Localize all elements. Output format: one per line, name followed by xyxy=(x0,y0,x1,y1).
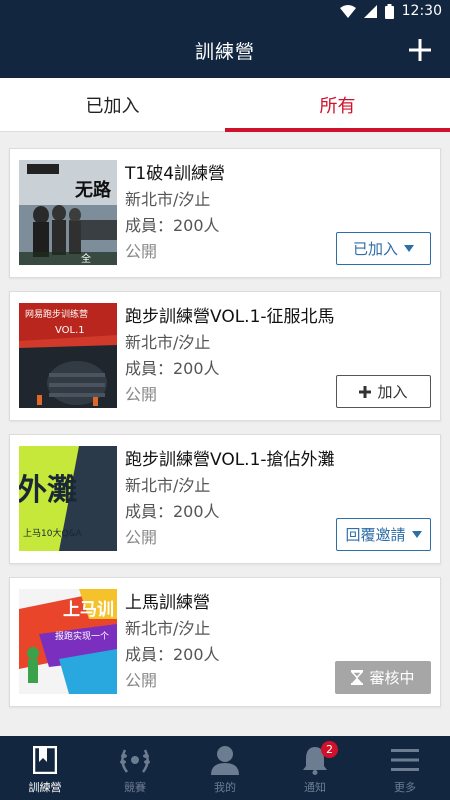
nav-item-me[interactable]: 我的 xyxy=(180,736,270,800)
reply-invitation-button[interactable]: 回覆邀請 xyxy=(336,518,431,551)
camp-card[interactable]: 上马训 报跑实现一个 上馬訓練營 新北市/汐止 成員：200人 公開 審核中 xyxy=(9,577,441,707)
tab-bar: 已加入 所有 xyxy=(0,78,450,132)
join-button[interactable]: 加入 xyxy=(336,375,431,408)
nav-item-races[interactable]: 競賽 xyxy=(90,736,180,800)
hourglass-icon xyxy=(351,670,364,685)
joined-label: 已加入 xyxy=(352,240,398,258)
wifi-icon xyxy=(339,4,356,18)
menu-icon xyxy=(388,743,422,777)
camp-card[interactable]: 外灘 上马10大Q&A 跑步訓練營VOL.1-搶佔外灘 新北市/汐止 成員：20… xyxy=(9,434,441,564)
thumb-title-text: 无路 xyxy=(75,179,112,201)
camp-list: 无路 全 T1破4訓練營 新北市/汐止 成員：200人 公開 已加入 网易跑步训… xyxy=(9,148,441,720)
caret-down-icon xyxy=(404,245,414,252)
status-bar: 12:30 xyxy=(0,0,450,22)
camp-name: T1破4訓練營 xyxy=(125,164,226,184)
camp-card[interactable]: 网易跑步训练营 VOL.1 跑步訓練營VOL.1-征服北馬 新北市/汐止 成員：… xyxy=(9,291,441,421)
camp-location: 新北市/汐止 xyxy=(125,190,211,209)
tab-all[interactable]: 所有 xyxy=(225,78,450,132)
page-title: 訓練營 xyxy=(194,40,255,63)
nav-label: 通知 xyxy=(304,781,326,794)
signal-icon xyxy=(363,4,377,18)
camp-name: 跑步訓練營VOL.1-搶佔外灘 xyxy=(125,450,335,470)
camp-location: 新北市/汐止 xyxy=(125,476,211,495)
nav-item-camps[interactable]: 訓練營 xyxy=(0,736,90,800)
thumb-caption-text: 全 xyxy=(81,252,91,265)
pending-review-button[interactable]: 審核中 xyxy=(335,661,431,694)
camp-name: 跑步訓練營VOL.1-征服北馬 xyxy=(125,307,335,327)
camp-name: 上馬訓練營 xyxy=(125,593,210,613)
camp-location: 新北市/汐止 xyxy=(125,333,211,352)
thumb-title-text: 网易跑步训练营 xyxy=(25,308,88,320)
tab-joined-label: 已加入 xyxy=(85,95,140,117)
plus-icon xyxy=(409,39,431,61)
caret-down-icon xyxy=(411,531,422,538)
thumb-title-text: 上马训 xyxy=(63,600,114,620)
laurel-icon xyxy=(118,743,152,777)
nav-label: 競賽 xyxy=(124,781,146,794)
thumb-caption-text: 上马10大Q&A xyxy=(23,527,83,539)
camp-thumbnail: 上马训 报跑实现一个 xyxy=(19,589,117,694)
notification-badge: 2 xyxy=(321,741,338,758)
nav-label: 我的 xyxy=(214,781,236,794)
nav-label: 訓練營 xyxy=(28,781,62,794)
plus-icon xyxy=(359,385,372,398)
camp-card[interactable]: 无路 全 T1破4訓練營 新北市/汐止 成員：200人 公開 已加入 xyxy=(9,148,441,278)
camp-location: 新北市/汐止 xyxy=(125,619,211,638)
reply-label: 回覆邀請 xyxy=(345,526,406,544)
nav-item-notifications[interactable]: 2 通知 xyxy=(270,736,360,800)
thumb-caption-text: VOL.1 xyxy=(55,325,85,336)
bottom-nav: 訓練營 競賽 我的 2 通知 更多 xyxy=(0,736,450,800)
camp-thumbnail: 外灘 上马10大Q&A xyxy=(19,446,117,551)
app-bar: 訓練營 xyxy=(0,22,450,78)
tab-all-label: 所有 xyxy=(319,95,356,117)
status-time: 12:30 xyxy=(401,3,442,19)
tab-joined[interactable]: 已加入 xyxy=(0,78,225,131)
nav-label: 更多 xyxy=(394,781,416,794)
nav-item-more[interactable]: 更多 xyxy=(360,736,450,800)
pending-label: 審核中 xyxy=(369,669,415,687)
person-icon xyxy=(208,743,242,777)
add-camp-button[interactable] xyxy=(400,30,440,70)
join-label: 加入 xyxy=(377,383,408,401)
thumb-caption-text: 报跑实现一个 xyxy=(55,630,109,642)
camp-thumbnail: 无路 全 xyxy=(19,160,117,265)
camp-thumbnail: 网易跑步训练营 VOL.1 xyxy=(19,303,117,408)
battery-icon xyxy=(384,3,394,19)
thumb-title-text: 外灘 xyxy=(19,473,77,508)
bookmark-icon xyxy=(28,743,62,777)
joined-dropdown-button[interactable]: 已加入 xyxy=(336,232,431,265)
